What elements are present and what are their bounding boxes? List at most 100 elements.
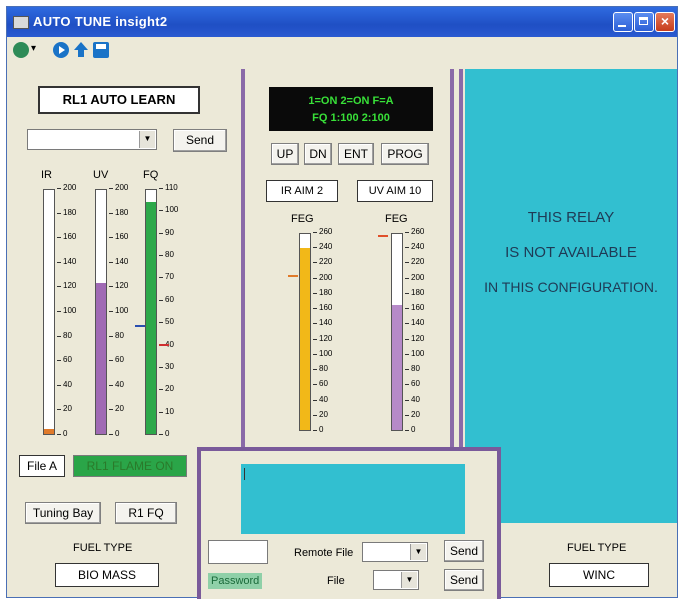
- separator-left: [241, 69, 245, 447]
- tick-label: 200: [108, 183, 129, 192]
- remote-file-label: Remote File: [294, 547, 354, 559]
- title-bar: AUTO TUNE insight2 ×: [7, 7, 677, 37]
- password-input[interactable]: [208, 540, 268, 564]
- relay-message-3: IN THIS CONFIGURATION.: [484, 279, 658, 295]
- window-title: AUTO TUNE insight2: [33, 14, 168, 29]
- tick-label: 20: [405, 409, 420, 419]
- tick-label: 100: [158, 205, 179, 215]
- remote-file-send-button[interactable]: Send: [444, 540, 484, 562]
- feg-meter-2: [391, 233, 403, 431]
- tick-label: 220: [404, 257, 425, 267]
- maximize-button[interactable]: [634, 12, 654, 32]
- tuning-bay-button[interactable]: Tuning Bay: [25, 502, 101, 524]
- feg-meter-1: [299, 233, 311, 431]
- tick-label: 180: [312, 287, 333, 297]
- separator-mid: [450, 69, 454, 447]
- message-area[interactable]: [241, 464, 465, 534]
- tick-label: 80: [159, 250, 174, 260]
- left-fuel-type-value: BIO MASS: [55, 563, 159, 587]
- tick-label: 160: [56, 232, 77, 242]
- tick-label: 120: [404, 333, 425, 343]
- password-label: Password: [208, 573, 263, 589]
- feg-aim-marker-1: [288, 275, 298, 277]
- meter-fill-fq: [146, 202, 156, 434]
- tick-label: 30: [159, 361, 174, 371]
- relay-message-2: IS NOT AVAILABLE: [505, 244, 637, 261]
- file-send-button[interactable]: Send: [444, 569, 484, 591]
- tick-label: 120: [312, 333, 333, 343]
- chevron-down-icon[interactable]: ▼: [401, 572, 417, 588]
- tick-label: 200: [56, 183, 77, 192]
- ir-aim-field: IR AIM 2: [266, 180, 338, 202]
- display-line-1: 1=ON 2=ON F=A: [308, 95, 394, 107]
- right-fuel-type-value: WINC: [549, 563, 649, 587]
- tick-label: 100: [56, 306, 77, 315]
- r1-fq-button[interactable]: R1 FQ: [115, 502, 177, 524]
- tick-label: 120: [108, 281, 129, 291]
- tick-label: 50: [159, 317, 174, 327]
- meter-fq: [145, 189, 157, 435]
- tick-label: 100: [108, 306, 129, 315]
- tick-label: 160: [108, 232, 129, 242]
- enter-button[interactable]: ENT: [338, 143, 374, 165]
- tick-label: 20: [159, 384, 174, 394]
- tick-label: 60: [405, 379, 420, 389]
- meter-ir: [43, 189, 55, 435]
- tick-label: 20: [109, 404, 124, 414]
- tick-label: 180: [56, 207, 77, 217]
- close-button[interactable]: ×: [655, 12, 675, 32]
- chevron-down-icon[interactable]: ▼: [410, 544, 426, 560]
- tick-label: 40: [57, 379, 72, 389]
- chevron-down-icon[interactable]: ▼: [139, 131, 155, 148]
- tick-label: 160: [404, 303, 425, 313]
- tick-label: 100: [312, 348, 333, 358]
- flame-status-badge: RL1 FLAME ON: [73, 455, 187, 477]
- toolbar: ▾: [7, 39, 407, 63]
- minimize-button[interactable]: [613, 12, 633, 32]
- meter-fill-uv: [96, 282, 106, 434]
- tick-label: 60: [313, 379, 328, 389]
- tick-label: 80: [109, 330, 124, 340]
- tick-label: 240: [312, 242, 333, 252]
- tick-label: 20: [313, 409, 328, 419]
- tick-label: 0: [312, 425, 324, 434]
- left-fuel-type-label: FUEL TYPE: [73, 542, 133, 554]
- tick-label: 70: [159, 272, 174, 282]
- tick-label: 220: [312, 257, 333, 267]
- tick-label: 40: [109, 379, 124, 389]
- tick-label: 60: [109, 355, 124, 365]
- tick-label: 200: [312, 272, 333, 282]
- tick-label: 0: [56, 429, 68, 438]
- relay-message-1: THIS RELAY: [527, 209, 615, 226]
- up-button[interactable]: UP: [271, 143, 299, 165]
- tick-label: 80: [313, 364, 328, 374]
- upload-icon[interactable]: [73, 42, 89, 58]
- dropdown-arrow-icon[interactable]: ▾: [31, 43, 36, 54]
- meter-uv: [95, 189, 107, 435]
- app-window: AUTO TUNE insight2 × ▾ RL1 AUTO LEARN ▼ …: [6, 6, 678, 599]
- left-send-button[interactable]: Send: [173, 129, 227, 152]
- tick-label: 0: [108, 429, 120, 438]
- tick-label: 240: [404, 242, 425, 252]
- feg-label-2: FEG: [385, 213, 408, 225]
- fq-threshold-marker: [159, 344, 169, 346]
- file-select[interactable]: ▼: [373, 570, 419, 590]
- prog-button[interactable]: PROG: [381, 143, 429, 165]
- print-icon[interactable]: [93, 42, 109, 58]
- tick-label: 110: [159, 183, 178, 192]
- display-line-2: FQ 1:100 2:100: [312, 112, 390, 124]
- play-icon[interactable]: [53, 42, 69, 58]
- tick-label: 140: [312, 318, 333, 328]
- relay-select[interactable]: ▼: [27, 129, 157, 150]
- tick-label: 140: [56, 256, 77, 266]
- tick-label: 80: [57, 330, 72, 340]
- fq-aim-marker: [135, 325, 145, 327]
- remote-file-select[interactable]: ▼: [362, 542, 428, 562]
- tick-label: 60: [57, 355, 72, 365]
- down-button[interactable]: DN: [304, 143, 332, 165]
- tick-label: 160: [312, 303, 333, 313]
- relay-heading: RL1 AUTO LEARN: [38, 86, 200, 114]
- tick-label: 20: [57, 404, 72, 414]
- tick-label: 90: [159, 227, 174, 237]
- refresh-icon[interactable]: [13, 42, 29, 58]
